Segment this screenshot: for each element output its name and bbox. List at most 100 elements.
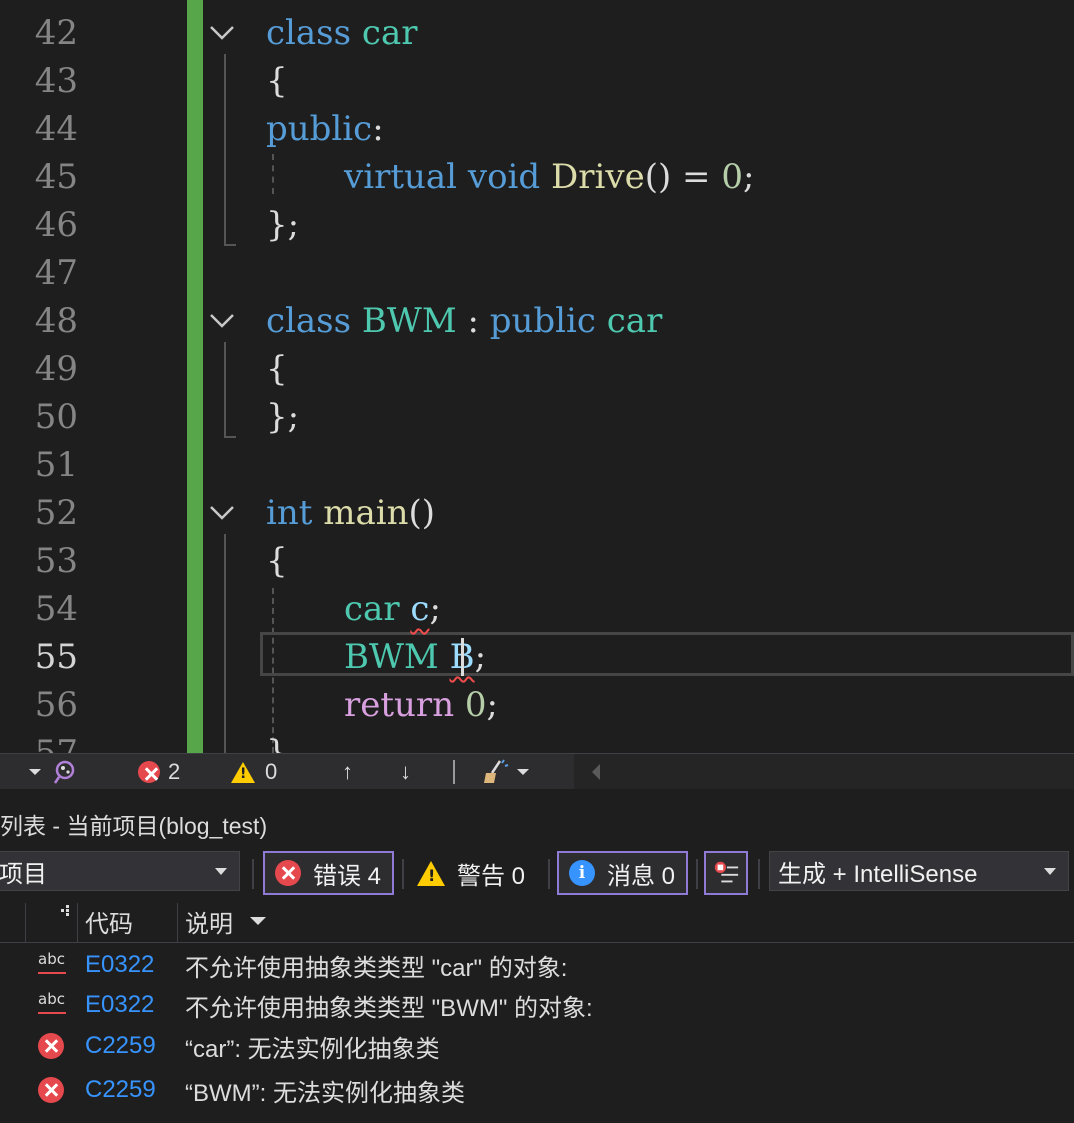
error-list-row[interactable]: C2259 “car”: 无法实例化抽象类 — [0, 1026, 1074, 1066]
source-dropdown[interactable]: 生成 + IntelliSense — [769, 851, 1069, 891]
error-code-link[interactable]: E0322 — [85, 985, 154, 1025]
warning-icon: ! — [417, 860, 445, 886]
column-header-code[interactable]: 代码 — [85, 899, 133, 943]
column-header-description[interactable]: 说明 — [185, 899, 267, 943]
column-divider[interactable] — [25, 903, 26, 943]
class-name: car — [361, 13, 418, 53]
keyword: virtual — [344, 157, 458, 197]
warning-count: 0 — [265, 759, 278, 784]
error-variable[interactable]: c — [410, 589, 429, 629]
line-number: 50 — [34, 397, 78, 437]
warning-icon: ! — [231, 761, 255, 783]
error-description: 不允许使用抽象类类型 "BWM" 的对象: — [185, 994, 593, 1022]
messages-filter-button[interactable]: i 消息 0 — [557, 851, 688, 895]
warning-count-button[interactable]: ! 0 — [231, 754, 277, 790]
messages-filter-label: 消息 0 — [607, 862, 676, 890]
filter-errors-icon — [714, 861, 739, 883]
keyword: class — [266, 301, 352, 341]
column-divider[interactable] — [177, 903, 178, 943]
column-header-description-label: 说明 — [185, 910, 233, 938]
line-number: 48 — [34, 301, 78, 341]
build-errors-only-toggle[interactable] — [704, 851, 748, 895]
error-list-row[interactable]: abc E0322 不允许使用抽象类类型 "BWM" 的对象: — [0, 985, 1074, 1025]
scroll-left-icon[interactable] — [590, 763, 602, 781]
error-description: “BWM”: 无法实例化抽象类 — [185, 1079, 465, 1107]
access-specifier: public — [266, 109, 373, 149]
type-name: car — [344, 589, 400, 629]
warnings-filter-button[interactable]: ! 警告 0 — [407, 851, 545, 895]
number: 0 — [721, 157, 743, 197]
keyword: int — [266, 493, 313, 533]
separator — [696, 859, 698, 889]
line-number: 43 — [34, 61, 78, 101]
spell-abc-icon: abc — [38, 992, 68, 1016]
next-issue-button[interactable]: ↓ — [400, 754, 411, 790]
line-number: 44 — [34, 109, 78, 149]
error-list-header: 代码 说明 — [0, 899, 1074, 943]
code-line: 56 return 0; — [0, 681, 1074, 729]
zoom-dropdown-arrow[interactable] — [28, 754, 42, 790]
warnings-filter-label: 警告 0 — [457, 862, 526, 890]
error-list-row[interactable]: C2259 “BWM”: 无法实例化抽象类 — [0, 1070, 1074, 1110]
brace: } — [266, 733, 288, 753]
brace: { — [266, 61, 288, 101]
column-divider[interactable] — [77, 903, 78, 943]
colon: : — [372, 109, 384, 149]
error-list-toolbar: 项目 错误 4 ! 警告 0 i 消息 0 生成 + IntelliSense — [0, 851, 1074, 895]
chevron-down-icon — [29, 769, 41, 775]
keyword: void — [467, 157, 541, 197]
scope-dropdown[interactable]: 项目 — [0, 851, 240, 891]
keyword: class — [266, 13, 352, 53]
class-name: BWM — [361, 301, 457, 341]
code-line: 52 int main() — [0, 489, 1074, 537]
code-line: 44 public: — [0, 105, 1074, 153]
line-number: 45 — [34, 157, 78, 197]
separator — [453, 760, 455, 784]
code-line: 50 }; — [0, 393, 1074, 441]
code-line: 47 — [0, 249, 1074, 297]
semicolon: ; — [743, 157, 755, 197]
info-icon: i — [569, 860, 595, 886]
horizontal-scrollbar[interactable] — [574, 754, 1074, 790]
line-number: 56 — [34, 685, 78, 725]
function-name: main — [323, 493, 409, 533]
number: 0 — [464, 685, 487, 725]
error-code-link[interactable]: C2259 — [85, 1026, 156, 1066]
code-line: 51 — [0, 441, 1074, 489]
keyword-return: return — [344, 685, 455, 725]
separator — [252, 859, 254, 889]
error-icon — [138, 761, 160, 783]
chevron-down-icon — [215, 868, 227, 875]
brace: }; — [266, 397, 300, 437]
code-line: 57 } — [0, 729, 1074, 753]
code-editor[interactable]: 42 class car 43 { 44 public: 45 virtual … — [0, 0, 1074, 753]
fold-chevron-icon[interactable] — [208, 311, 236, 331]
fold-chevron-icon[interactable] — [208, 503, 236, 523]
line-number: 47 — [34, 253, 78, 293]
keyword: public — [489, 301, 596, 341]
errors-filter-button[interactable]: 错误 4 — [263, 851, 394, 895]
separator — [758, 859, 760, 889]
separator — [402, 859, 404, 889]
error-list-row[interactable]: abc E0322 不允许使用抽象类类型 "car" 的对象: — [0, 945, 1074, 985]
error-code-link[interactable]: C2259 — [85, 1070, 156, 1110]
fold-chevron-icon[interactable] — [208, 23, 236, 43]
up-arrow-icon: ↑ — [342, 759, 353, 784]
line-number: 42 — [34, 13, 78, 53]
code-cleanup-button[interactable] — [482, 754, 530, 790]
scope-dropdown-value: 项目 — [0, 860, 47, 888]
brace: { — [266, 349, 288, 389]
code-line: 54 car c; — [0, 585, 1074, 633]
line-number: 54 — [34, 589, 78, 629]
line-number: 51 — [34, 445, 78, 485]
error-list-panel: 列表 - 当前项目(blog_test) 项目 错误 4 ! 警告 0 i 消息… — [0, 789, 1074, 1123]
error-icon — [275, 860, 301, 886]
code-health-button[interactable] — [52, 754, 78, 790]
previous-issue-button[interactable]: ↑ — [342, 754, 353, 790]
column-menu-icon[interactable] — [56, 905, 70, 917]
chevron-down-icon — [517, 769, 529, 775]
brace: }; — [266, 205, 300, 245]
error-count-button[interactable]: 2 — [138, 754, 180, 790]
error-code-link[interactable]: E0322 — [85, 945, 154, 985]
chevron-down-icon — [1044, 868, 1056, 875]
